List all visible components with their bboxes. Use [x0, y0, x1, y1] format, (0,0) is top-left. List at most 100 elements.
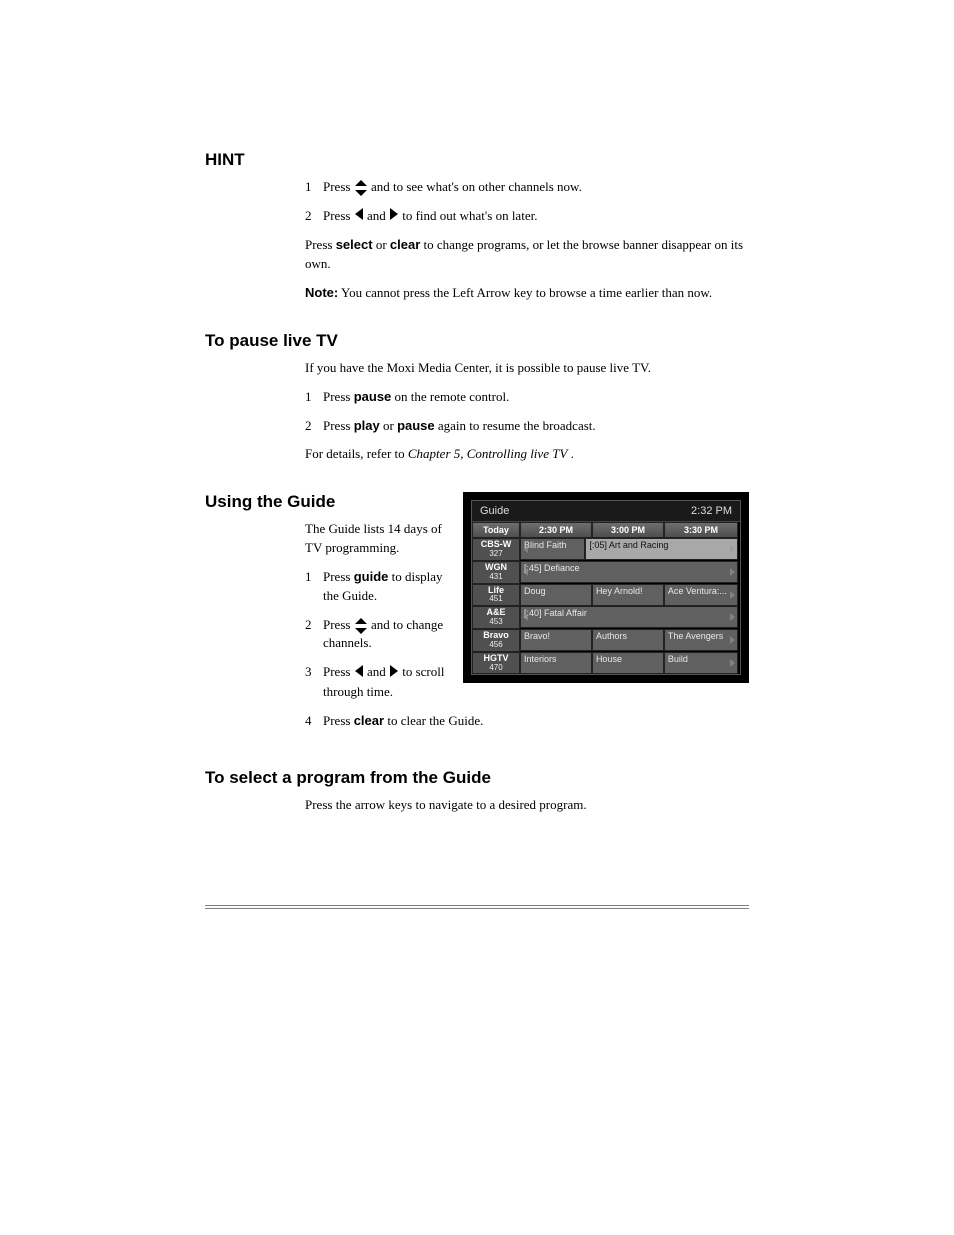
- left-arrow-icon: [355, 207, 363, 226]
- guide-step-4: 4 Press clear to clear the Guide.: [305, 712, 749, 731]
- program-cell: Authors: [592, 629, 664, 651]
- program-cell: [:05] Art and Racing: [585, 538, 738, 560]
- text: Press: [323, 208, 354, 223]
- program-cell: Build: [664, 652, 738, 674]
- right-arrow-icon: [390, 207, 398, 226]
- page-rule: [205, 905, 749, 909]
- continues-right-icon: [730, 568, 735, 576]
- text: Press: [323, 418, 354, 433]
- channel-cell: Life451: [472, 584, 520, 607]
- note-body: You cannot press the Left Arrow key to b…: [341, 285, 712, 300]
- guide-time-1: 2:30 PM: [520, 522, 592, 538]
- text: to clear the Guide.: [387, 713, 483, 728]
- program-track: [:45] Defiance: [520, 561, 738, 583]
- program-cell: Interiors: [520, 652, 592, 674]
- continues-right-icon: [730, 659, 735, 667]
- continues-left-icon: [523, 545, 528, 553]
- guide-row: A&E453[:40] Fatal Affair: [472, 606, 740, 629]
- text: Press: [323, 389, 354, 404]
- pause-step-1: 1 Press pause on the remote control.: [305, 388, 749, 407]
- play-button-label: play: [354, 418, 380, 433]
- channel-number: 431: [475, 573, 517, 582]
- text: For details, refer to: [305, 446, 408, 461]
- step-number: 1: [305, 388, 323, 407]
- continues-right-icon: [730, 591, 735, 599]
- channel-number: 451: [475, 595, 517, 604]
- text: on the remote control.: [395, 389, 510, 404]
- step-number: 2: [305, 417, 323, 436]
- step-number: 4: [305, 712, 323, 731]
- continues-right-icon: [730, 613, 735, 621]
- program-cell: [:45] Defiance: [520, 561, 738, 583]
- text: to see what's on other channels now.: [393, 179, 582, 194]
- program-cell: Ace Ventura:...: [664, 584, 738, 606]
- step-number: 1: [305, 178, 323, 197]
- pause-button-label: pause: [397, 418, 435, 433]
- pause-step-2: 2 Press play or pause again to resume th…: [305, 417, 749, 436]
- step-number: 1: [305, 568, 323, 587]
- program-track: InteriorsHouseBuild: [520, 652, 738, 674]
- channel-number: 456: [475, 641, 517, 650]
- step-number: 3: [305, 663, 323, 682]
- program-track: Blind Faith[:05] Art and Racing: [520, 538, 738, 560]
- guide-step-2: 2 Press and to change channels.: [305, 616, 445, 654]
- text: and: [367, 208, 389, 223]
- text: Press: [323, 569, 354, 584]
- hint-title: HINT: [205, 150, 749, 170]
- clear-button-label: clear: [390, 237, 420, 252]
- pause-intro: If you have the Moxi Media Center, it is…: [305, 359, 749, 378]
- channel-cell: HGTV470: [472, 652, 520, 675]
- chapter-ref: Chapter 5, Controlling live TV: [408, 446, 568, 461]
- channel-cell: CBS-W327: [472, 538, 520, 561]
- text: or: [376, 237, 390, 252]
- step-number: 2: [305, 616, 323, 635]
- text: and: [371, 179, 393, 194]
- pause-ref: For details, refer to Chapter 5, Control…: [305, 445, 749, 464]
- program-track: Bravo!AuthorsThe Avengers: [520, 629, 738, 651]
- up-down-arrow-icon: [355, 618, 367, 634]
- continues-right-icon: [730, 636, 735, 644]
- continues-right-icon: [730, 545, 735, 553]
- note-label: Note:: [305, 285, 338, 300]
- text: again to resume the broadcast.: [438, 418, 596, 433]
- select-button-label: select: [336, 237, 373, 252]
- program-cell: The Avengers: [664, 629, 738, 651]
- text: Press: [323, 179, 354, 194]
- text: Press: [305, 237, 336, 252]
- program-cell: Hey Arnold!: [592, 584, 664, 606]
- channel-number: 327: [475, 550, 517, 559]
- channel-cell: Bravo456: [472, 629, 520, 652]
- continues-left-icon: [523, 613, 528, 621]
- guide-time-3: 3:30 PM: [664, 522, 738, 538]
- guide-row: WGN431[:45] Defiance: [472, 561, 740, 584]
- up-down-arrow-icon: [355, 180, 367, 196]
- program-cell: House: [592, 652, 664, 674]
- program-track: DougHey Arnold!Ace Ventura:...: [520, 584, 738, 606]
- program-cell: Blind Faith: [520, 538, 585, 560]
- guide-screenshot: Guide 2:32 PM Today 2:30 PM 3:00 PM 3:30…: [463, 492, 749, 683]
- text: .: [571, 446, 574, 461]
- guide-step-3: 3 Press and to scroll through time.: [305, 663, 445, 701]
- select-section-body: Press the arrow keys to navigate to a de…: [305, 796, 749, 815]
- guide-time-2: 3:00 PM: [592, 522, 664, 538]
- text: or: [383, 418, 397, 433]
- program-cell: Bravo!: [520, 629, 592, 651]
- guide-day: Today: [472, 522, 520, 538]
- text: Press: [323, 664, 354, 679]
- pause-button-label: pause: [354, 389, 392, 404]
- guide-header-title: Guide: [480, 505, 509, 517]
- right-arrow-icon: [390, 664, 398, 683]
- text: and: [367, 664, 389, 679]
- channel-number: 470: [475, 664, 517, 673]
- guide-row: CBS-W327Blind Faith[:05] Art and Racing: [472, 538, 740, 561]
- program-cell: [:40] Fatal Affair: [520, 606, 738, 628]
- text: and: [371, 617, 393, 632]
- pause-title: To pause live TV: [205, 331, 749, 351]
- guide-row: Bravo456Bravo!AuthorsThe Avengers: [472, 629, 740, 652]
- program-cell: Doug: [520, 584, 592, 606]
- text: Press: [323, 617, 354, 632]
- channel-cell: WGN431: [472, 561, 520, 584]
- guide-step-1: 1 Press guide to display the Guide.: [305, 568, 445, 606]
- channel-cell: A&E453: [472, 606, 520, 629]
- guide-row: Life451DougHey Arnold!Ace Ventura:...: [472, 584, 740, 607]
